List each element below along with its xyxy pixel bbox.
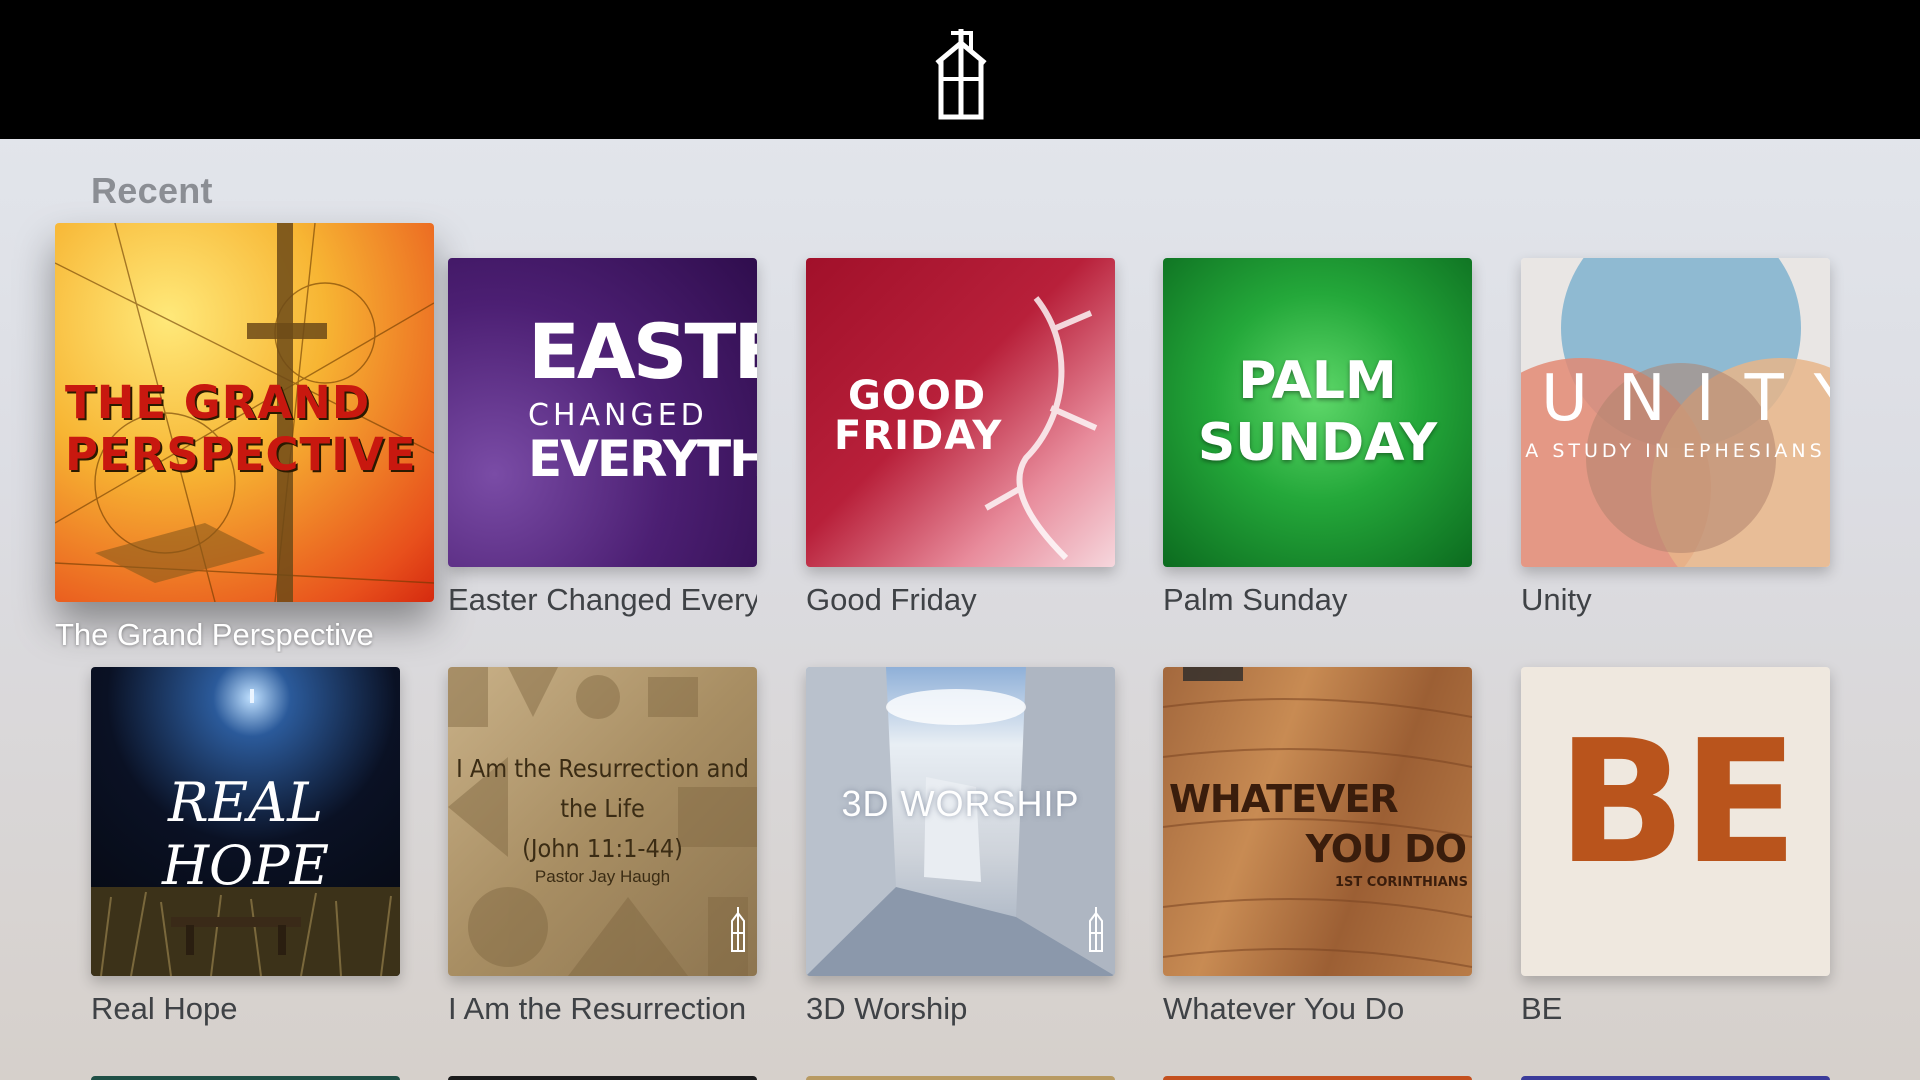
artwork-title: 3D WORSHIP (841, 783, 1080, 824)
tile-the-grand-perspective[interactable]: THE GRAND PERSPECTIVE The Grand Perspect… (55, 223, 434, 652)
top-bar (0, 0, 1920, 139)
artwork-line-2: CHANGED (528, 398, 708, 433)
artwork-title: REAL HOPE (161, 771, 330, 897)
tile-caption: 3D Worship (806, 991, 968, 1026)
artwork-title: PALM SUNDAY (1163, 350, 1472, 474)
artwork-real-hope: REAL HOPE (91, 667, 400, 976)
artwork-the-grand-perspective: THE GRAND PERSPECTIVE (55, 223, 434, 602)
artwork-line-2: SUNDAY (1197, 413, 1438, 473)
tile-3d-worship[interactable]: 3D WORSHIP 3D Worship (806, 667, 1115, 1026)
artwork-title: GOOD FRIDAY (834, 376, 1002, 456)
artwork-title: THE GRAND PERSPECTIVE (65, 376, 417, 481)
artwork-palm-sunday: PALM SUNDAY (1163, 258, 1472, 567)
tile-unity[interactable]: UNITY A STUDY IN EPHESIANS Unity (1521, 258, 1830, 617)
artwork-pastor: Pastor Jay Haugh (534, 867, 671, 886)
tile-caption: Unity (1521, 582, 1592, 617)
tile-caption: Easter Changed Every (448, 582, 757, 617)
artwork-line-1: EASTER (528, 307, 757, 396)
tile-caption: Real Hope (91, 991, 238, 1026)
tile-caption: BE (1521, 991, 1563, 1026)
artwork-title: BE (1556, 704, 1799, 902)
tile-row3-3[interactable] (806, 1076, 1115, 1080)
artwork-line-3: 1ST CORINTHIANS (1334, 875, 1468, 890)
tile-palm-sunday[interactable]: PALM SUNDAY Palm Sunday (1163, 258, 1472, 617)
artwork-line-1: PALM (1238, 351, 1397, 411)
artwork-easter-changed-everything: EASTER CHANGED EVERYTHING (448, 258, 757, 567)
artwork-3d-worship: 3D WORSHIP (806, 667, 1115, 976)
artwork-unity: UNITY A STUDY IN EPHESIANS (1521, 258, 1830, 567)
artwork-line-1: I Am the Resurrection and the Life (456, 754, 749, 823)
church-tower-watermark-icon (731, 907, 745, 952)
artwork-title: I Am the Resurrection and the Life (John… (448, 749, 757, 869)
tile-caption: Good Friday (806, 582, 977, 617)
section-title-recent: Recent (91, 170, 213, 211)
tile-real-hope[interactable]: REAL HOPE Real Hope (91, 667, 400, 1026)
artwork-subtitle: A STUDY IN EPHESIANS (1525, 440, 1826, 462)
tile-whatever-you-do[interactable]: WHATEVER YOU DO 1ST CORINTHIANS Whatever… (1163, 667, 1472, 1026)
artwork-be: BE (1521, 667, 1830, 976)
tile-be[interactable]: BE BE (1521, 667, 1830, 1026)
tile-caption: The Grand Perspective (55, 617, 374, 652)
tile-caption: I Am the Resurrection (448, 991, 747, 1026)
artwork-line-2: FRIDAY (834, 413, 1003, 459)
tile-good-friday[interactable]: GOOD FRIDAY Good Friday (806, 258, 1115, 617)
artwork-line-1: GOOD (848, 373, 987, 419)
artwork-title: UNITY (1541, 362, 1830, 436)
artwork-line-1: WHATEVER (1169, 777, 1399, 821)
church-tower-watermark-icon (1089, 907, 1103, 952)
tile-caption: Whatever You Do (1163, 991, 1405, 1026)
artwork-i-am-the-resurrection: I Am the Resurrection and the Life (John… (448, 667, 757, 976)
artwork-good-friday: GOOD FRIDAY (806, 258, 1115, 567)
tile-row3-1[interactable] (91, 1076, 400, 1080)
tile-i-am-the-resurrection[interactable]: I Am the Resurrection and the Life (John… (448, 667, 757, 1026)
artwork-line-3: EVERYTHING (528, 430, 757, 488)
artwork-whatever-you-do: WHATEVER YOU DO 1ST CORINTHIANS (1163, 667, 1472, 976)
church-tower-logo-icon (935, 29, 987, 120)
tile-easter-changed-everything[interactable]: EASTER CHANGED EVERYTHING Easter Changed… (448, 258, 757, 617)
tile-caption: Palm Sunday (1163, 582, 1348, 617)
artwork-line-2: YOU DO (1305, 827, 1467, 871)
tile-row3-5[interactable] (1521, 1076, 1830, 1080)
tile-row3-4[interactable] (1163, 1076, 1472, 1080)
artwork-line-2: (John 11:1-44) (522, 834, 683, 863)
tile-row3-2[interactable] (448, 1076, 757, 1080)
